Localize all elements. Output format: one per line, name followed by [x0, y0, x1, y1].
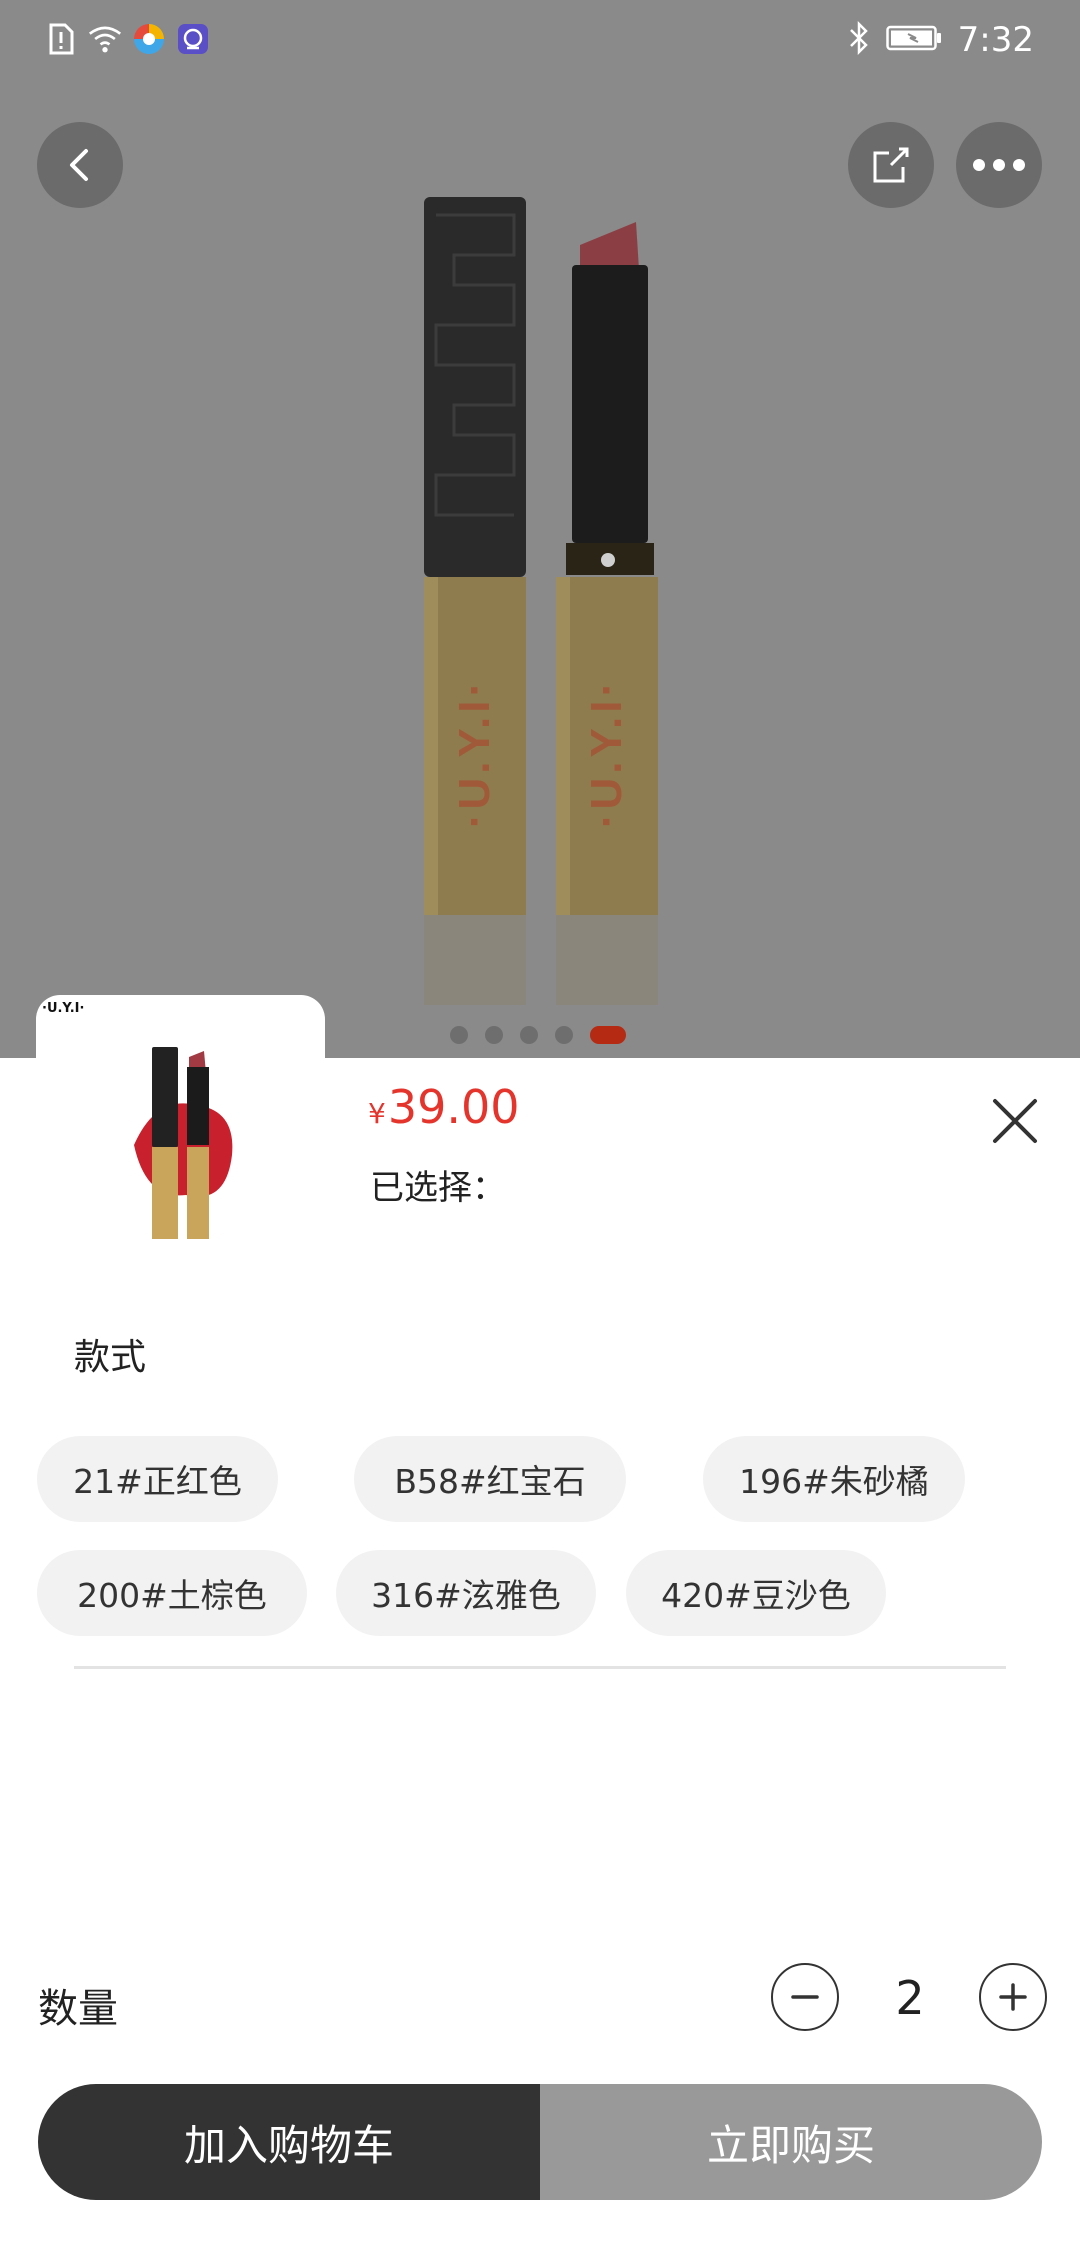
price-value: 39.00 — [387, 1080, 520, 1134]
carousel-dot[interactable] — [555, 1026, 573, 1044]
chevron-left-icon — [70, 149, 88, 181]
close-button[interactable] — [984, 1090, 1046, 1152]
price: ¥ 39.00 — [368, 1080, 520, 1134]
product-image-area[interactable]: ·U.Y.I· ·U.Y.I· 7:32 — [0, 0, 1080, 1058]
option-chip[interactable]: 420#豆沙色 — [626, 1550, 886, 1636]
quantity-increase-button[interactable] — [979, 1963, 1047, 2031]
option-chip[interactable]: 196#朱砂橘 — [703, 1436, 965, 1522]
bluetooth-icon — [848, 20, 870, 59]
option-chip[interactable]: 200#土棕色 — [37, 1550, 307, 1636]
minus-icon — [791, 1995, 819, 1999]
wifi-icon — [88, 22, 122, 56]
buy-now-button[interactable]: 立即购买 — [540, 2084, 1042, 2200]
option-chip[interactable]: B58#红宝石 — [354, 1436, 626, 1522]
product-brand-text-right: ·U.Y.I· — [582, 677, 631, 829]
status-time: 7:32 — [957, 20, 1034, 60]
close-icon — [993, 1099, 1037, 1143]
carousel-dot[interactable] — [450, 1026, 468, 1044]
more-button[interactable] — [956, 122, 1042, 208]
divider — [74, 1666, 1006, 1669]
more-dots-icon — [973, 159, 1025, 171]
quantity-value[interactable]: 2 — [880, 1971, 940, 2025]
action-buttons: 加入购物车 立即购买 — [38, 2084, 1042, 2200]
sim-alert-icon — [44, 22, 78, 56]
quantity-decrease-button[interactable] — [771, 1963, 839, 2031]
selected-label: 已选择： — [370, 1168, 506, 1208]
add-to-cart-button[interactable]: 加入购物车 — [38, 2084, 540, 2200]
carousel-dot-active[interactable] — [590, 1026, 626, 1044]
back-button[interactable] — [37, 122, 123, 208]
share-button[interactable] — [848, 122, 934, 208]
app-notification-icon — [176, 22, 210, 56]
currency-symbol: ¥ — [368, 1097, 386, 1130]
battery-icon — [885, 24, 942, 56]
status-bar: 7:32 — [0, 0, 1080, 84]
browser-app-icon — [132, 22, 166, 56]
option-chip[interactable]: 316#泫雅色 — [336, 1550, 596, 1636]
carousel-dot[interactable] — [485, 1026, 503, 1044]
quantity-label: 数量 — [38, 1986, 118, 2032]
carousel-dot[interactable] — [520, 1026, 538, 1044]
thumbnail-image — [134, 1047, 233, 1239]
share-icon — [873, 147, 909, 183]
carousel-indicator — [450, 1026, 626, 1044]
product-thumbnail[interactable]: ·U.Y.I· — [36, 995, 325, 1275]
product-brand-text-left: ·U.Y.I· — [450, 677, 499, 829]
plus-icon — [999, 1983, 1027, 2011]
option-chip[interactable]: 21#正红色 — [37, 1436, 278, 1522]
style-section-title: 款式 — [74, 1337, 147, 1378]
